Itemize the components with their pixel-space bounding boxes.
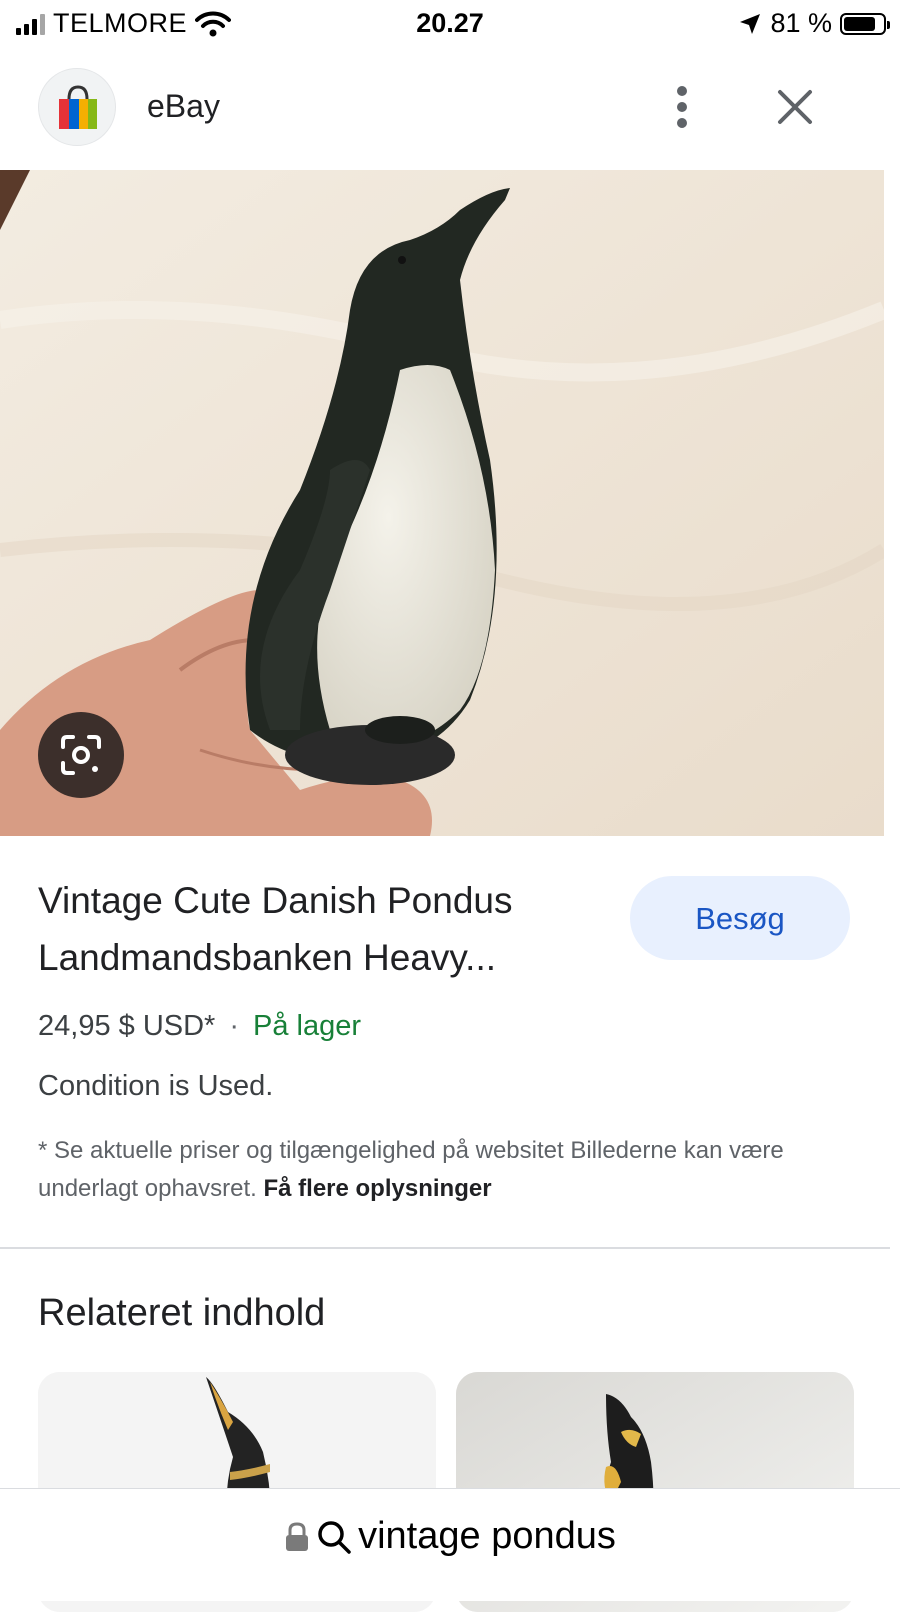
product-image[interactable] <box>0 170 884 836</box>
separator-dot: · <box>229 1010 239 1042</box>
product-title[interactable]: Vintage Cute Danish Pondus Landmandsbank… <box>38 872 618 986</box>
status-bar-right: 81 % <box>738 8 890 39</box>
visit-button[interactable]: Besøg <box>630 876 850 960</box>
address-bar[interactable]: vintage pondus <box>0 1488 900 1601</box>
site-logo[interactable] <box>38 68 116 146</box>
product-condition: Condition is Used. <box>38 1070 274 1102</box>
disclaimer: * Se aktuelle priser og tilgængelighed p… <box>38 1132 838 1208</box>
google-lens-button[interactable] <box>38 712 124 798</box>
close-icon <box>778 90 812 124</box>
search-icon <box>318 1520 351 1554</box>
battery-icon <box>840 12 890 35</box>
location-arrow-icon <box>740 13 761 34</box>
shopping-bag-icon <box>59 85 97 129</box>
battery-percentage: 81 % <box>770 8 832 38</box>
price-line: 24,95 $ USD* · På lager <box>38 1010 361 1043</box>
stock-status: På lager <box>253 1010 362 1042</box>
lock-icon <box>286 1521 309 1551</box>
lens-icon <box>61 735 101 775</box>
url-display[interactable]: vintage pondus <box>0 1515 900 1558</box>
site-name[interactable]: eBay <box>147 88 220 125</box>
status-bar: TELMORE 20.27 81 % <box>0 0 900 50</box>
related-content-heading: Relateret indhold <box>38 1292 326 1334</box>
close-button[interactable] <box>770 82 820 132</box>
source-header: eBay <box>0 60 900 160</box>
more-vertical-icon <box>677 86 687 128</box>
penguin-photo <box>0 170 884 836</box>
more-info-link[interactable]: Få flere oplysninger <box>263 1175 491 1202</box>
more-options-button[interactable] <box>660 80 704 134</box>
battery-fill <box>844 16 875 31</box>
search-query: vintage pondus <box>358 1515 616 1557</box>
product-price: 24,95 $ USD* <box>38 1010 216 1042</box>
divider <box>0 1247 890 1249</box>
